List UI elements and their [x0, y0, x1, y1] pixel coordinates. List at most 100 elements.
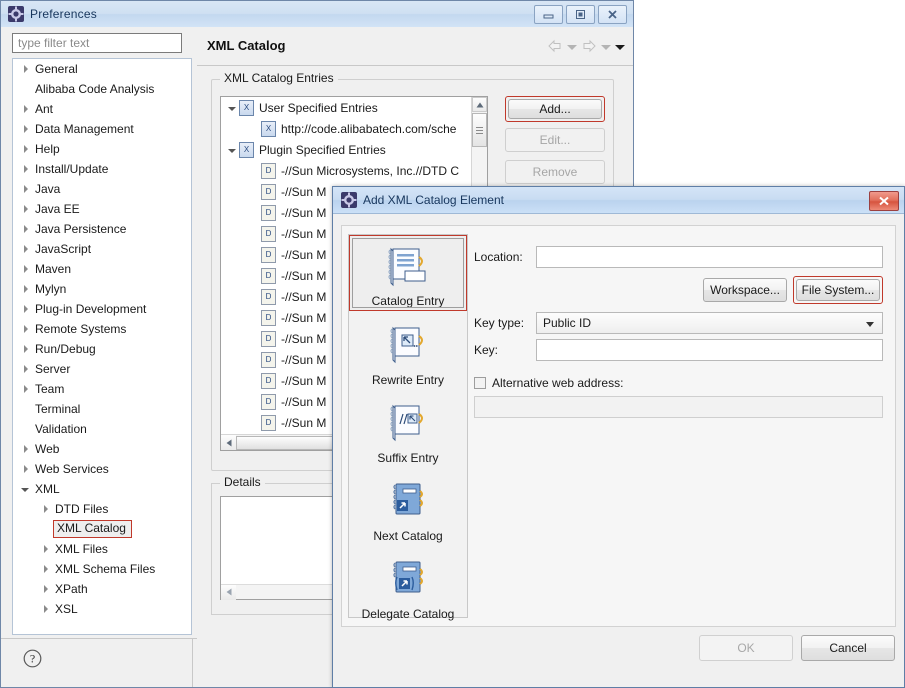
close-button[interactable]	[598, 5, 627, 24]
details-scroll-left-icon[interactable]	[221, 584, 236, 600]
twisty-collapsed-icon[interactable]	[19, 245, 31, 253]
filter-input[interactable]: type filter text	[12, 33, 182, 53]
sidebar-item-xpath[interactable]: XPath	[13, 579, 191, 599]
twisty-collapsed-icon[interactable]	[19, 345, 31, 353]
key-type-label: Key type:	[474, 316, 525, 330]
sidebar-item-server[interactable]: Server	[13, 359, 191, 379]
twisty-collapsed-icon[interactable]	[39, 545, 51, 553]
file-system-button[interactable]: File System...	[796, 279, 880, 301]
twisty-collapsed-icon[interactable]	[19, 285, 31, 293]
sidebar-item-xml-schema-files[interactable]: XML Schema Files	[13, 559, 191, 579]
workspace-button[interactable]: Workspace...	[703, 278, 787, 302]
back-history-chevron-down-icon[interactable]	[567, 45, 577, 50]
sidebar-item-team[interactable]: Team	[13, 379, 191, 399]
twisty-collapsed-icon[interactable]	[19, 385, 31, 393]
twisty-collapsed-icon[interactable]	[19, 205, 31, 213]
twisty-collapsed-icon[interactable]	[19, 165, 31, 173]
alternative-web-address-checkbox[interactable]	[474, 377, 486, 389]
sidebar-item-java-persistence[interactable]: Java Persistence	[13, 219, 191, 239]
sidebar-item-xsl[interactable]: XSL	[13, 599, 191, 619]
catalog-element-type-list[interactable]: Catalog Entry Rewrite Entry Suffix Entry…	[348, 234, 468, 621]
sidebar-item-install-update[interactable]: Install/Update	[13, 159, 191, 179]
minimize-button[interactable]	[534, 5, 563, 24]
location-input[interactable]	[536, 246, 883, 268]
catalog-entry-label: -//Sun M	[281, 310, 327, 325]
sidebar-item-ant[interactable]: Ant	[13, 99, 191, 119]
twisty-collapsed-icon[interactable]	[19, 185, 31, 193]
sidebar-item-help[interactable]: Help	[13, 139, 191, 159]
add-button[interactable]: Add...	[508, 99, 602, 119]
key-type-select[interactable]: Public ID	[536, 312, 883, 334]
twisty-collapsed-icon[interactable]	[39, 605, 51, 613]
sidebar-item-java-ee[interactable]: Java EE	[13, 199, 191, 219]
back-arrow-icon[interactable]	[547, 39, 563, 56]
key-input[interactable]	[536, 339, 883, 361]
edit-button[interactable]: Edit...	[505, 128, 605, 152]
twisty-expanded-icon[interactable]	[225, 147, 239, 153]
catalog-entry-row[interactable]: X User Specified Entries	[221, 97, 471, 118]
help-question-icon[interactable]: ?	[23, 649, 42, 671]
twisty-collapsed-icon[interactable]	[19, 445, 31, 453]
remove-button[interactable]: Remove	[505, 160, 605, 184]
entries-scroll-thumb[interactable]	[472, 113, 487, 147]
sidebar-item-web[interactable]: Web	[13, 439, 191, 459]
twisty-collapsed-icon[interactable]	[19, 225, 31, 233]
catalog-entry-row[interactable]: X Plugin Specified Entries	[221, 139, 471, 160]
sidebar-item-plug-in-development[interactable]: Plug-in Development	[13, 299, 191, 319]
ok-button[interactable]: OK	[699, 635, 793, 661]
dialog-close-button[interactable]	[869, 191, 899, 211]
pane-menu-chevron-down-icon[interactable]	[615, 45, 625, 50]
type-delegate-catalog[interactable]: Delegate Catalog	[349, 545, 467, 623]
type-next-catalog[interactable]: Next Catalog	[349, 467, 467, 545]
twisty-expanded-icon[interactable]	[225, 105, 239, 111]
twisty-collapsed-icon[interactable]	[19, 105, 31, 113]
sidebar-item-xml-files[interactable]: XML Files	[13, 539, 191, 559]
twisty-collapsed-icon[interactable]	[19, 465, 31, 473]
twisty-collapsed-icon[interactable]	[19, 125, 31, 133]
forward-arrow-icon[interactable]	[581, 39, 597, 56]
sidebar-item-remote-systems[interactable]: Remote Systems	[13, 319, 191, 339]
twisty-expanded-icon[interactable]	[19, 486, 31, 492]
twisty-collapsed-icon[interactable]	[39, 505, 51, 513]
footer-divider-vertical	[192, 638, 193, 687]
sidebar-item-web-services[interactable]: Web Services	[13, 459, 191, 479]
twisty-collapsed-icon[interactable]	[19, 365, 31, 373]
sidebar-item-validation[interactable]: Validation	[13, 419, 191, 439]
screen-root: Preferences type filter text General Ali…	[0, 0, 905, 688]
sidebar-item-maven[interactable]: Maven	[13, 259, 191, 279]
scroll-up-icon[interactable]	[472, 97, 487, 112]
forward-history-chevron-down-icon[interactable]	[601, 45, 611, 50]
sidebar-item-label: Install/Update	[35, 162, 109, 176]
sidebar-item-xml[interactable]: XML	[13, 479, 191, 499]
maximize-button[interactable]	[566, 5, 595, 24]
sidebar-item-xml-catalog[interactable]: XML Catalog	[13, 519, 191, 539]
type-catalog-entry[interactable]: Catalog Entry	[349, 235, 467, 311]
sidebar-item-label: Maven	[35, 262, 72, 276]
sidebar-item-terminal[interactable]: Terminal	[13, 399, 191, 419]
catalog-action-buttons: Add... Edit... Remove	[505, 96, 605, 192]
sidebar-item-dtd-files[interactable]: DTD Files	[13, 499, 191, 519]
sidebar-item-general[interactable]: General	[13, 59, 191, 79]
twisty-collapsed-icon[interactable]	[19, 65, 31, 73]
sidebar-item-run-debug[interactable]: Run/Debug	[13, 339, 191, 359]
sidebar-item-java[interactable]: Java	[13, 179, 191, 199]
sidebar-item-javascript[interactable]: JavaScript	[13, 239, 191, 259]
rewrite-entry-icon	[383, 324, 433, 371]
cancel-button[interactable]: Cancel	[801, 635, 895, 661]
type-rewrite-entry[interactable]: Rewrite Entry	[349, 311, 467, 389]
twisty-collapsed-icon[interactable]	[19, 305, 31, 313]
sidebar-item-alibaba-code-analysis[interactable]: Alibaba Code Analysis	[13, 79, 191, 99]
sidebar-item-data-management[interactable]: Data Management	[13, 119, 191, 139]
type-suffix-entry[interactable]: Suffix Entry	[349, 389, 467, 467]
twisty-collapsed-icon[interactable]	[39, 565, 51, 573]
sidebar-item-mylyn[interactable]: Mylyn	[13, 279, 191, 299]
twisty-collapsed-icon[interactable]	[39, 585, 51, 593]
twisty-collapsed-icon[interactable]	[19, 145, 31, 153]
catalog-entry-row[interactable]: D -//Sun Microsystems, Inc.//DTD C	[221, 160, 471, 181]
preferences-tree[interactable]: General Alibaba Code Analysis Ant Data Mana…	[12, 58, 192, 635]
scroll-left-icon[interactable]	[221, 435, 236, 450]
catalog-entry-row[interactable]: Xhttp://code.alibabatech.com/sche	[221, 118, 471, 139]
twisty-collapsed-icon[interactable]	[19, 265, 31, 273]
twisty-collapsed-icon[interactable]	[19, 325, 31, 333]
alternative-web-address-input[interactable]	[474, 396, 883, 418]
